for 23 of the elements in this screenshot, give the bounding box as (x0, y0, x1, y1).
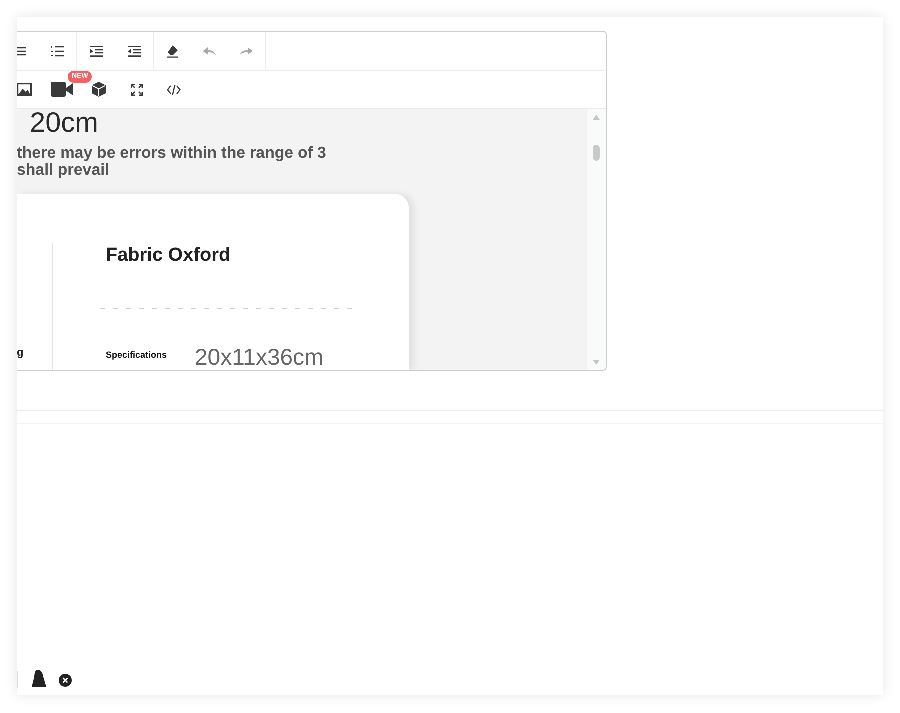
code-icon (167, 84, 182, 94)
expand-icon (130, 84, 143, 96)
scrollbar[interactable] (586, 109, 606, 370)
numbered-list-icon (50, 46, 64, 56)
bell-icon[interactable] (31, 669, 47, 688)
cube-icon (92, 82, 106, 97)
spec-label: Specifications (106, 350, 168, 360)
outdent-icon (128, 46, 140, 56)
scrollbar-thumb[interactable] (593, 145, 600, 161)
note-text: there may be errors within the range of 3 (17, 145, 326, 162)
product-title: Fabric Oxford (106, 245, 231, 267)
side-label: g (17, 347, 24, 360)
redo-icon (240, 47, 253, 55)
undo-icon (203, 47, 216, 55)
spec-value: 20x11x36cm (195, 345, 324, 369)
image-icon (17, 83, 32, 96)
indent-icon (90, 46, 102, 56)
list-icon (17, 46, 26, 56)
clear-icon[interactable] (59, 674, 72, 687)
eraser-icon (166, 44, 179, 58)
video-camera-icon (50, 82, 73, 97)
size-text: 20cm (30, 109, 98, 137)
note-text: shall prevail (17, 162, 110, 179)
